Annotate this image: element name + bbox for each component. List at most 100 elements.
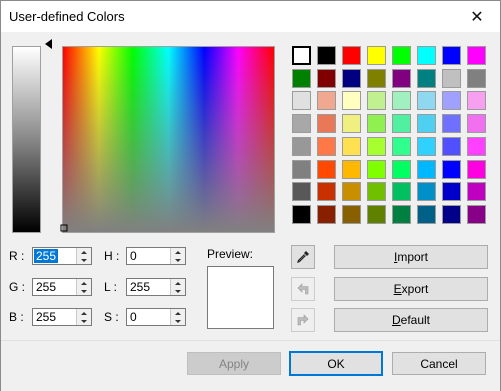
palette-swatch[interactable] xyxy=(342,46,361,65)
b-down-button[interactable] xyxy=(76,317,91,325)
palette-swatch[interactable] xyxy=(467,159,486,179)
eyedropper-button[interactable] xyxy=(291,245,315,269)
color-spectrum[interactable] xyxy=(62,46,275,233)
h-input[interactable]: 0 xyxy=(128,249,139,263)
close-button[interactable]: ✕ xyxy=(454,1,500,32)
palette-swatch[interactable] xyxy=(367,114,386,134)
palette-swatch[interactable] xyxy=(317,46,336,65)
l-down-button[interactable] xyxy=(170,287,185,295)
g-down-button[interactable] xyxy=(76,287,91,295)
palette-swatch[interactable] xyxy=(342,91,361,111)
palette-swatch[interactable] xyxy=(317,114,336,134)
palette-swatch[interactable] xyxy=(467,46,486,65)
s-up-button[interactable] xyxy=(170,309,185,317)
palette-swatch[interactable] xyxy=(392,91,411,111)
export-button[interactable]: Export xyxy=(334,277,488,301)
palette-swatch[interactable] xyxy=(292,114,311,134)
palette-swatch[interactable] xyxy=(367,91,386,111)
palette-swatch[interactable] xyxy=(342,159,361,179)
palette-swatch[interactable] xyxy=(342,136,361,156)
b-up-button[interactable] xyxy=(76,309,91,317)
palette-swatch[interactable] xyxy=(467,91,486,111)
palette-swatch[interactable] xyxy=(442,91,461,111)
palette-swatch[interactable] xyxy=(292,204,311,224)
palette-swatch[interactable] xyxy=(442,182,461,202)
ok-button[interactable]: OK xyxy=(289,351,383,376)
palette-swatch[interactable] xyxy=(292,46,311,65)
cancel-button[interactable]: Cancel xyxy=(392,352,486,375)
l-spinner[interactable]: 255 xyxy=(126,278,186,296)
palette-swatch[interactable] xyxy=(392,46,411,65)
h-spinner[interactable]: 0 xyxy=(126,247,186,265)
palette-swatch[interactable] xyxy=(367,182,386,202)
palette-swatch[interactable] xyxy=(367,46,386,65)
l-up-button[interactable] xyxy=(170,279,185,287)
palette-swatch[interactable] xyxy=(417,159,436,179)
palette-swatch[interactable] xyxy=(392,136,411,156)
import-button[interactable]: Import xyxy=(334,245,488,269)
palette-swatch[interactable] xyxy=(417,46,436,65)
palette-swatch[interactable] xyxy=(442,114,461,134)
apply-button[interactable]: Apply xyxy=(187,352,281,375)
g-up-button[interactable] xyxy=(76,279,91,287)
palette-swatch[interactable] xyxy=(317,182,336,202)
palette-swatch[interactable] xyxy=(367,204,386,224)
palette-swatch[interactable] xyxy=(342,204,361,224)
palette-swatch[interactable] xyxy=(467,114,486,134)
b-spinner[interactable]: 255 xyxy=(32,308,92,326)
s-down-button[interactable] xyxy=(170,317,185,325)
default-button[interactable]: Default xyxy=(334,308,488,332)
h-up-button[interactable] xyxy=(170,248,185,256)
palette-swatch[interactable] xyxy=(442,159,461,179)
palette-swatch[interactable] xyxy=(442,68,461,88)
g-spinner[interactable]: 255 xyxy=(32,278,92,296)
palette-swatch[interactable] xyxy=(292,68,311,88)
palette-swatch[interactable] xyxy=(317,159,336,179)
palette-swatch[interactable] xyxy=(467,68,486,88)
luminance-marker-icon[interactable] xyxy=(45,39,52,49)
palette-swatch[interactable] xyxy=(442,46,461,65)
palette-swatch[interactable] xyxy=(292,182,311,202)
palette-swatch[interactable] xyxy=(317,136,336,156)
palette-swatch[interactable] xyxy=(442,204,461,224)
palette-swatch[interactable] xyxy=(342,68,361,88)
redo-button[interactable] xyxy=(291,308,315,332)
palette-swatch[interactable] xyxy=(292,159,311,179)
palette-swatch[interactable] xyxy=(392,68,411,88)
r-down-button[interactable] xyxy=(76,256,91,264)
palette-swatch[interactable] xyxy=(417,136,436,156)
palette-swatch[interactable] xyxy=(467,204,486,224)
palette-swatch[interactable] xyxy=(417,91,436,111)
b-input[interactable]: 255 xyxy=(34,310,58,324)
palette-swatch[interactable] xyxy=(367,136,386,156)
palette-swatch[interactable] xyxy=(417,114,436,134)
h-down-button[interactable] xyxy=(170,256,185,264)
undo-button[interactable] xyxy=(291,277,315,301)
palette-swatch[interactable] xyxy=(442,136,461,156)
palette-swatch[interactable] xyxy=(317,91,336,111)
palette-swatch[interactable] xyxy=(392,114,411,134)
r-input[interactable]: 255 xyxy=(34,249,59,263)
palette-swatch[interactable] xyxy=(367,68,386,88)
palette-swatch[interactable] xyxy=(292,91,311,111)
g-input[interactable]: 255 xyxy=(34,280,58,294)
palette-swatch[interactable] xyxy=(317,204,336,224)
palette-swatch[interactable] xyxy=(392,204,411,224)
palette-swatch[interactable] xyxy=(417,204,436,224)
s-input[interactable]: 0 xyxy=(128,310,139,324)
r-up-button[interactable] xyxy=(76,248,91,256)
palette-swatch[interactable] xyxy=(367,159,386,179)
palette-swatch[interactable] xyxy=(392,182,411,202)
palette-swatch[interactable] xyxy=(467,136,486,156)
palette-swatch[interactable] xyxy=(317,68,336,88)
luminance-slider[interactable] xyxy=(12,46,41,233)
s-spinner[interactable]: 0 xyxy=(126,308,186,326)
palette-swatch[interactable] xyxy=(392,159,411,179)
palette-swatch[interactable] xyxy=(342,182,361,202)
palette-swatch[interactable] xyxy=(342,114,361,134)
palette-swatch[interactable] xyxy=(467,182,486,202)
l-input[interactable]: 255 xyxy=(128,280,152,294)
r-spinner[interactable]: 255 xyxy=(32,247,92,265)
palette-swatch[interactable] xyxy=(292,136,311,156)
palette-swatch[interactable] xyxy=(417,182,436,202)
